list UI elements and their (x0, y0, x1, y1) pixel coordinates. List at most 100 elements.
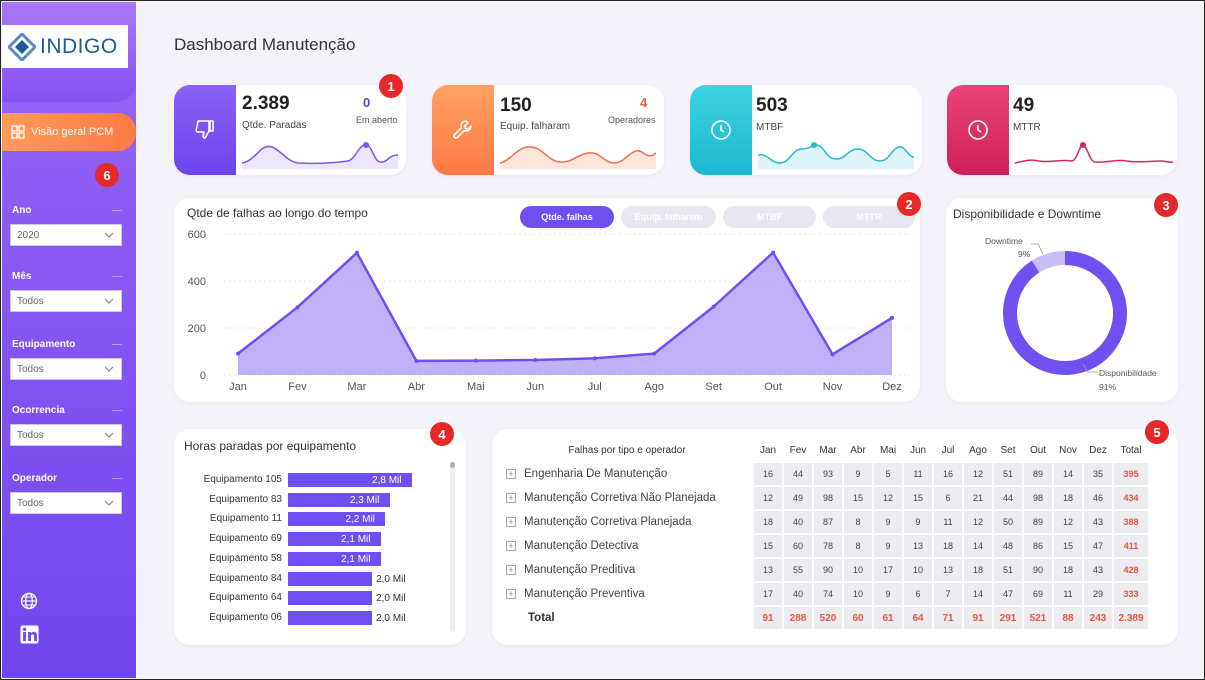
expand-plus-icon[interactable]: + (506, 540, 516, 551)
matrix-row-label[interactable]: + Manutenção Corretiva Não Planejada (502, 487, 752, 509)
matrix-row-label[interactable]: + Manutenção Preventiva (502, 583, 752, 605)
bar-mark[interactable] (288, 610, 373, 625)
matrix-col-header[interactable]: Jul (934, 439, 962, 461)
matrix-cell: 7 (934, 583, 962, 605)
matrix-cell: 16 (754, 463, 782, 485)
clock-icon (968, 120, 988, 140)
matrix-cell: 93 (814, 463, 842, 485)
kpi-card-mtbf[interactable]: 503 MTBF (690, 85, 922, 175)
matrix-cell: 87 (814, 511, 842, 533)
data-point[interactable] (236, 351, 240, 356)
filter-mes-select[interactable]: Todos (10, 290, 122, 312)
matrix-col-header[interactable]: Abr (844, 439, 872, 461)
x-tick-label: Jan (229, 381, 247, 393)
matrix-col-header[interactable]: Jan (754, 439, 782, 461)
matrix-col-header[interactable]: Dez (1084, 439, 1112, 461)
matrix-cell: 21 (964, 487, 992, 509)
expand-plus-icon[interactable]: + (506, 492, 516, 503)
data-point[interactable] (652, 351, 657, 356)
filter-equipamento-select[interactable]: Todos (10, 358, 122, 380)
filter-ocorrencia-select[interactable]: Todos (10, 424, 122, 446)
matrix-cell: 74 (814, 583, 842, 605)
data-point[interactable] (890, 315, 894, 320)
filter-operador-select[interactable]: Todos (10, 492, 122, 514)
donut-panel-title: Disponibilidade e Downtime (953, 207, 1102, 221)
matrix-cell: 89 (1024, 511, 1052, 533)
matrix-cell: 44 (994, 487, 1022, 509)
expand-plus-icon[interactable]: + (506, 588, 516, 599)
matrix-row-text: Manutenção Preventiva (524, 588, 645, 600)
matrix-row-label[interactable]: + Manutenção Detectiva (502, 535, 752, 557)
thumbs-down-icon (195, 120, 214, 139)
matrix-cell: 44 (784, 463, 812, 485)
matrix-total-cell: 71 (934, 607, 962, 629)
matrix-col-header[interactable]: Fev (784, 439, 812, 461)
data-point[interactable] (533, 357, 538, 362)
expand-plus-icon[interactable]: + (506, 468, 516, 479)
kpi-card-equip[interactable]: 150 Equip. falharam 4 Operadores (432, 85, 664, 175)
matrix-col-header[interactable]: Jun (904, 439, 932, 461)
logo-text: INDIGO (40, 34, 118, 58)
matrix-total-cell: 91 (964, 607, 992, 629)
data-point[interactable] (414, 358, 419, 363)
bar-category-label: Equipamento 105 (203, 474, 282, 485)
filter-equipamento-value: Todos (17, 363, 44, 375)
matrix-row-label[interactable]: + Engenharia De Manutenção (502, 463, 752, 485)
data-point[interactable] (473, 358, 478, 363)
nav-visao-geral-button[interactable]: Visão geral PCM (2, 113, 136, 151)
matrix-cell: 43 (1084, 511, 1112, 533)
x-tick-label: Jun (526, 381, 544, 393)
matrix-cell: 17 (874, 559, 902, 581)
data-point[interactable] (592, 356, 597, 361)
bar-panel-scrollbar[interactable] (450, 462, 455, 632)
filter-equipamento-label: Equipamento (12, 339, 76, 350)
kpi-label: Equip. falharam (500, 121, 571, 132)
data-point[interactable] (711, 304, 716, 309)
bar-mark[interactable] (288, 591, 373, 606)
kpi-sparkline (241, 142, 399, 169)
matrix-col-header[interactable]: Mar (814, 439, 842, 461)
filter-ano-select[interactable]: 2020 (10, 224, 122, 246)
data-point[interactable] (295, 305, 300, 310)
scrollbar-thumb[interactable] (450, 462, 455, 468)
matrix-cell: 51 (994, 559, 1022, 581)
kpi-icon-box (947, 85, 1009, 175)
matrix-row: + Manutenção Preventiva 17 40 74 10 9 6 7 14 47 69 1… (502, 583, 1148, 605)
bar-value-label: 2,1 Mil (341, 534, 371, 546)
matrix-row-label[interactable]: + Manutenção Corretiva Planejada (502, 511, 752, 533)
globe-icon[interactable] (20, 592, 38, 610)
matrix-cell: 29 (1084, 583, 1112, 605)
bar-mark[interactable] (288, 571, 373, 586)
data-point[interactable] (771, 250, 776, 255)
data-point[interactable] (830, 352, 835, 357)
disponibilidade-label: Disponibilidade (1099, 368, 1157, 378)
linkedin-icon[interactable] (20, 625, 39, 644)
donut-slice-downtime[interactable] (1031, 251, 1066, 273)
badge-5: 5 (1145, 420, 1169, 444)
kpi-card-paradas[interactable]: 2.389 Qtde. Paradas 0 Em aberto (174, 85, 406, 175)
matrix-col-header[interactable]: Out (1024, 439, 1052, 461)
data-point[interactable] (354, 250, 359, 255)
matrix-col-header[interactable]: Nov (1054, 439, 1082, 461)
kpi-card-mttr[interactable]: 49 MTTR (947, 85, 1177, 175)
matrix-row-label[interactable]: + Manutenção Preditiva (502, 559, 752, 581)
matrix-cell: 10 (904, 559, 932, 581)
filter-operador-value: Todos (17, 497, 44, 509)
matrix-col-header[interactable]: Total (1114, 439, 1148, 461)
matrix-cell: 47 (994, 583, 1022, 605)
filter-divider (112, 276, 122, 277)
expand-plus-icon[interactable]: + (506, 564, 516, 575)
expand-plus-icon[interactable]: + (506, 516, 516, 527)
matrix-col-header[interactable]: Mai (874, 439, 902, 461)
matrix-total-cell: 243 (1084, 607, 1112, 629)
matrix-row: + Manutenção Corretiva Não Planejada 12 49 9… (502, 487, 1148, 509)
matrix-cell: 98 (814, 487, 842, 509)
matrix-col-header[interactable]: Ago (964, 439, 992, 461)
matrix-cell: 89 (1024, 463, 1052, 485)
matrix-col-header[interactable]: Set (994, 439, 1022, 461)
donut-slice-disponibilidade[interactable] (1003, 251, 1127, 375)
matrix-cell: 14 (1054, 463, 1082, 485)
matrix-cell: 90 (1024, 559, 1052, 581)
matrix-row-text: Manutenção Detectiva (524, 540, 639, 552)
kpi-sparkline (499, 146, 657, 169)
